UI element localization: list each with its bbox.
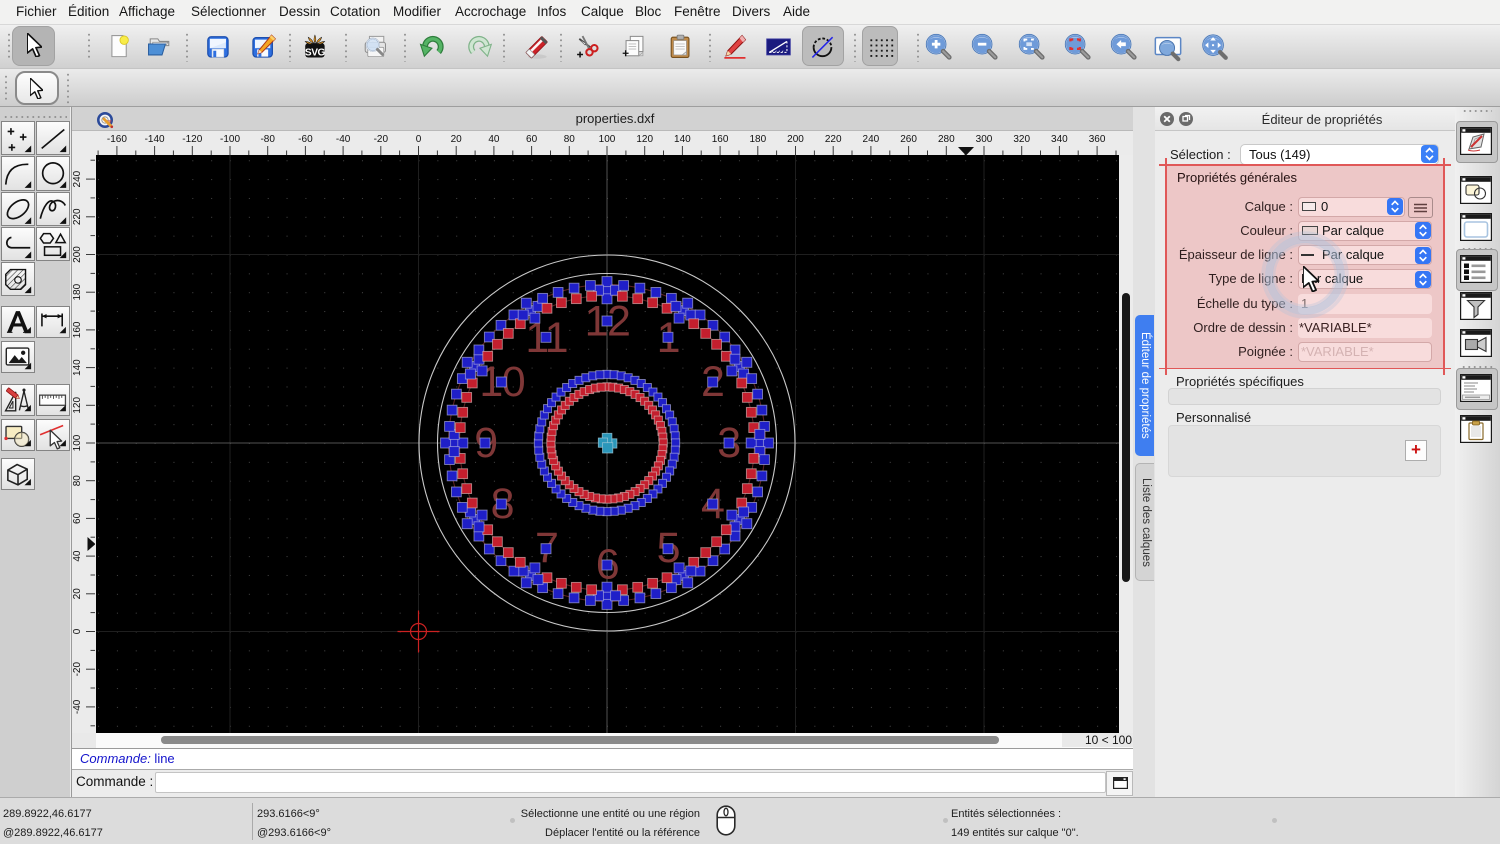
svg-text:-140: -140 [145,134,165,145]
svg-text:80: 80 [564,134,576,145]
svg-text:40: 40 [72,550,83,562]
svg-text:-120: -120 [182,134,202,145]
svg-text:-20: -20 [72,662,83,677]
svg-text:200: 200 [72,246,83,263]
svg-text:60: 60 [72,512,83,524]
svg-text:340: 340 [1051,134,1068,145]
svg-text:0: 0 [416,134,422,145]
svg-text:100: 100 [72,434,83,451]
svg-text:-40: -40 [72,699,83,714]
svg-text:200: 200 [787,134,804,145]
svg-text:-60: -60 [298,134,313,145]
svg-text:320: 320 [1013,134,1030,145]
svg-text:60: 60 [526,134,538,145]
svg-text:260: 260 [900,134,917,145]
svg-text:240: 240 [863,134,880,145]
svg-text:140: 140 [72,359,83,376]
svg-text:-160: -160 [107,134,127,145]
svg-text:160: 160 [712,134,729,145]
svg-text:40: 40 [488,134,500,145]
svg-text:-80: -80 [260,134,275,145]
svg-text:160: 160 [72,321,83,338]
svg-text:220: 220 [72,208,83,225]
svg-text:280: 280 [938,134,955,145]
svg-text:180: 180 [749,134,766,145]
svg-text:20: 20 [451,134,463,145]
svg-text:240: 240 [72,170,83,187]
svg-text:20: 20 [72,588,83,600]
svg-text:80: 80 [72,475,83,487]
svg-text:180: 180 [72,283,83,300]
svg-text:120: 120 [636,134,653,145]
svg-text:-40: -40 [336,134,351,145]
svg-text:0: 0 [72,628,83,634]
svg-text:300: 300 [976,134,993,145]
svg-text:120: 120 [72,397,83,414]
svg-text:SVG: SVG [305,47,326,58]
svg-text:140: 140 [674,134,691,145]
svg-text:-20: -20 [374,134,389,145]
svg-text:100: 100 [599,134,616,145]
svg-text:360: 360 [1089,134,1106,145]
svg-text:-100: -100 [220,134,240,145]
svg-text:220: 220 [825,134,842,145]
